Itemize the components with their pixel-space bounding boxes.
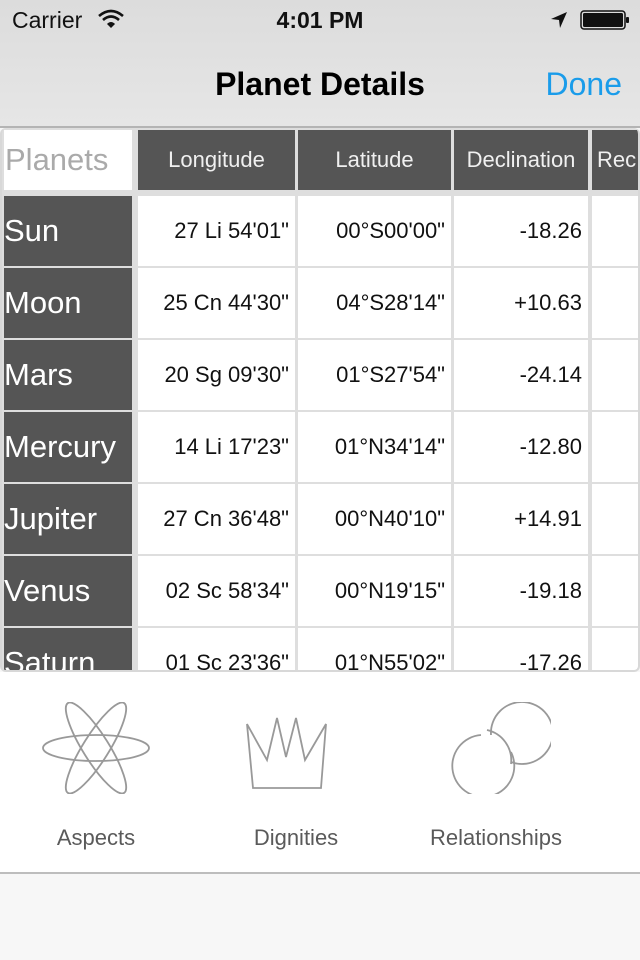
- atom-orbits-icon: [42, 702, 150, 794]
- declination-cell: -19.18: [454, 556, 588, 626]
- crown-icon: [246, 717, 327, 789]
- dignities-button[interactable]: Dignities: [196, 672, 396, 872]
- planet-name-cell: Venus: [4, 556, 132, 626]
- rec-cell: [592, 412, 638, 482]
- rec-cell: [592, 484, 638, 554]
- aspects-label: Aspects: [56, 825, 136, 850]
- longitude-cell: 27 Cn 36'48": [138, 484, 295, 554]
- longitude-cell: 20 Sg 09'30": [138, 340, 295, 410]
- planet-name-cell: Jupiter: [4, 484, 132, 554]
- declination-cell: +10.63: [454, 268, 588, 338]
- column-header-declination[interactable]: Declination: [454, 130, 588, 190]
- planet-name-cell: Saturn: [4, 628, 132, 670]
- latitude-cell: 04°S28'14": [298, 268, 451, 338]
- relationships-button[interactable]: Relationships: [396, 672, 596, 872]
- latitude-cell: 01°N55'02": [298, 628, 451, 670]
- declination-cell: +14.91: [454, 484, 588, 554]
- planet-name-cell: Sun: [4, 196, 132, 266]
- latitude-cell: 00°N19'15": [298, 556, 451, 626]
- rec-cell: [592, 196, 638, 266]
- relationships-label: Relationships: [429, 825, 563, 850]
- longitude-cell: 27 Li 54'01": [138, 196, 295, 266]
- latitude-cell: 00°N40'10": [298, 484, 451, 554]
- column-header-latitude[interactable]: Latitude: [298, 130, 451, 190]
- longitude-cell: 25 Cn 44'30": [138, 268, 295, 338]
- declination-cell: -18.26: [454, 196, 588, 266]
- done-button[interactable]: Done: [546, 66, 623, 103]
- rec-cell: [592, 628, 638, 670]
- page-title: Planet Details: [215, 66, 425, 102]
- rec-cell: [592, 268, 638, 338]
- longitude-cell: 02 Sc 58'34": [138, 556, 295, 626]
- planet-name-cell: Moon: [4, 268, 132, 338]
- bottom-toolbar: Aspects Dignities Relationships: [0, 672, 640, 874]
- declination-cell: -17.26: [454, 628, 588, 670]
- latitude-cell: 01°N34'14": [298, 412, 451, 482]
- planet-name-cell: Mars: [4, 340, 132, 410]
- interlocking-rings-icon: [451, 702, 551, 794]
- planets-corner-header: Planets: [4, 130, 132, 190]
- longitude-cell: 14 Li 17'23": [138, 412, 295, 482]
- planet-details-table[interactable]: Planets Longitude Latitude Declination R…: [0, 128, 640, 672]
- planet-name-cell: Mercury: [4, 412, 132, 482]
- latitude-cell: 00°S00'00": [298, 196, 451, 266]
- rec-cell: [592, 556, 638, 626]
- declination-cell: -24.14: [454, 340, 588, 410]
- column-header-longitude[interactable]: Longitude: [138, 130, 295, 190]
- location-arrow-icon: [551, 12, 567, 28]
- aspects-button[interactable]: Aspects: [0, 672, 196, 872]
- battery-icon: [580, 10, 629, 30]
- longitude-cell: 01 Sc 23'36": [138, 628, 295, 670]
- latitude-cell: 01°S27'54": [298, 340, 451, 410]
- table-header-row: Planets Longitude Latitude Declination R…: [2, 130, 638, 190]
- column-header-rec[interactable]: Rec: [592, 130, 638, 190]
- top-bar: Carrier 4:01 PM Planet Details Done: [0, 0, 640, 128]
- rec-cell: [592, 340, 638, 410]
- declination-cell: -12.80: [454, 412, 588, 482]
- dignities-label: Dignities: [253, 825, 339, 850]
- status-time: 4:01 PM: [276, 7, 364, 33]
